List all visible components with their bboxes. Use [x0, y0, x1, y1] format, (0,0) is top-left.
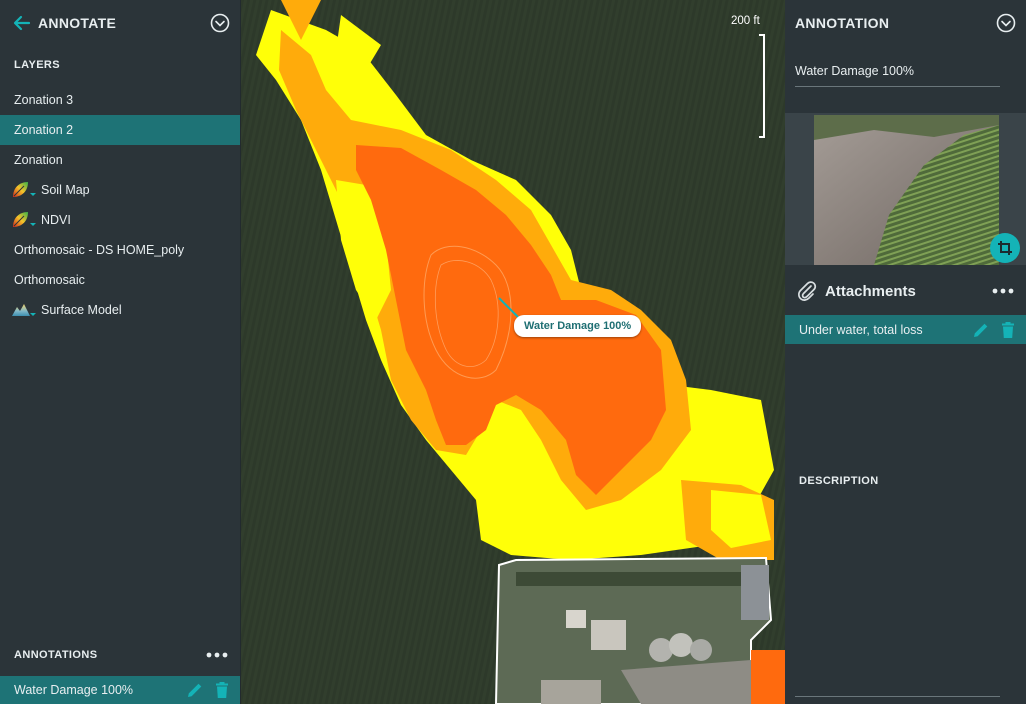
layer-list: Zonation 3 Zonation 2 Zonation Soil Map	[0, 85, 240, 325]
description-label: DESCRIPTION	[799, 475, 879, 487]
panel-title: ANNOTATE	[38, 15, 117, 31]
layer-item-zonation[interactable]: Zonation	[0, 145, 240, 175]
leaf-gradient-icon[interactable]	[11, 180, 39, 200]
left-panel: ANNOTATE LAYERS Zonation 3 Zonation 2 Zo…	[0, 0, 241, 704]
attachments-header: Attachments	[785, 270, 1026, 312]
layer-label: NDVI	[41, 213, 71, 227]
map-canvas[interactable]: 200 ft Water Damage 100%	[241, 0, 785, 704]
paperclip-icon	[798, 281, 817, 301]
back-arrow-icon[interactable]	[12, 13, 32, 33]
layer-item-orthomosaic[interactable]: Orthomosaic	[0, 265, 240, 295]
map-imagery	[241, 0, 785, 704]
annotation-name-field[interactable]: Water Damage 100%	[795, 59, 1000, 87]
collapse-chevron-icon[interactable]	[996, 13, 1016, 33]
scale-label: 200 ft	[731, 15, 760, 27]
layer-item-zonation-3[interactable]: Zonation 3	[0, 85, 240, 115]
layer-item-orthomosaic-poly[interactable]: Orthomosaic - DS HOME_poly	[0, 235, 240, 265]
annotation-header: ANNOTATION	[785, 0, 1026, 46]
layer-label: Orthomosaic	[14, 273, 85, 287]
annotation-label: Water Damage 100%	[14, 683, 134, 697]
leaf-gradient-icon[interactable]	[11, 210, 39, 230]
description-field[interactable]	[795, 696, 1000, 697]
more-options-icon[interactable]	[991, 287, 1017, 295]
layer-label: Zonation	[14, 153, 63, 167]
layer-label: Surface Model	[41, 303, 122, 317]
panel-title: ANNOTATION	[795, 15, 890, 31]
more-options-icon[interactable]	[205, 651, 231, 659]
attachment-row[interactable]: Under water, total loss	[785, 315, 1026, 344]
layer-label: Zonation 3	[14, 93, 74, 107]
trash-icon[interactable]	[213, 681, 231, 699]
attachments-title: Attachments	[825, 282, 916, 300]
pencil-icon[interactable]	[972, 321, 990, 339]
annotations-header: ANNOTATIONS	[0, 641, 240, 669]
layer-item-soil-map[interactable]: Soil Map	[0, 175, 240, 205]
layer-label: Soil Map	[41, 183, 90, 197]
crop-photo-button[interactable]	[990, 233, 1020, 263]
photo-container	[785, 113, 1026, 265]
annotate-header: ANNOTATE	[0, 0, 240, 46]
right-panel: ANNOTATION Water Damage 100% Attachments…	[785, 0, 1026, 704]
zone-high-area	[751, 650, 785, 704]
layer-item-ndvi[interactable]: NDVI	[0, 205, 240, 235]
collapse-chevron-icon[interactable]	[210, 13, 230, 33]
map-annotation-label[interactable]: Water Damage 100%	[514, 315, 642, 337]
layers-section-label: LAYERS	[14, 59, 61, 71]
attachment-photo[interactable]	[814, 115, 999, 265]
crop-icon	[998, 241, 1012, 255]
layer-item-zonation-2[interactable]: Zonation 2	[0, 115, 240, 145]
layer-label: Orthomosaic - DS HOME_poly	[14, 243, 185, 257]
farmstead-area	[494, 556, 773, 704]
annotation-row[interactable]: Water Damage 100%	[0, 676, 240, 704]
annotations-section-label: ANNOTATIONS	[14, 649, 98, 661]
attachment-label: Under water, total loss	[799, 322, 923, 337]
layer-item-surface-model[interactable]: Surface Model	[0, 295, 240, 325]
scale-bar	[759, 34, 765, 138]
layer-label: Zonation 2	[14, 123, 74, 137]
terrain-icon[interactable]	[11, 300, 39, 320]
trash-icon[interactable]	[999, 321, 1017, 339]
pencil-icon[interactable]	[186, 681, 204, 699]
